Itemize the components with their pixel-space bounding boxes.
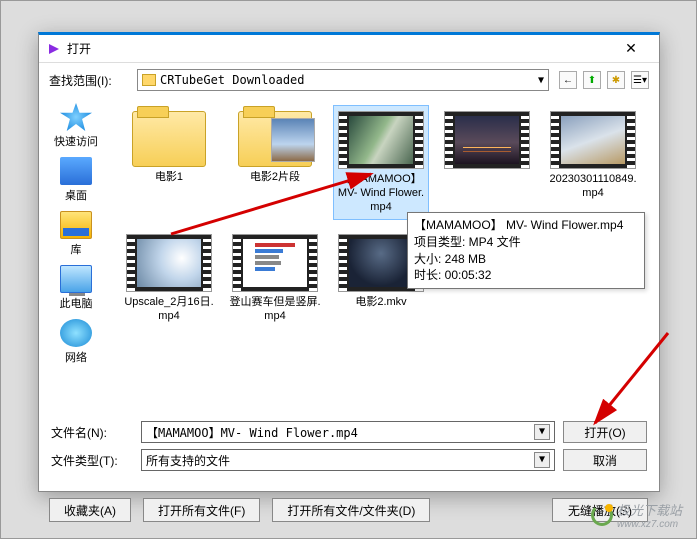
file-name: 20230301110849.mp4	[547, 173, 639, 201]
file-item-folder[interactable]: 电影1	[121, 105, 217, 220]
filename-value: 【MAMAMOO】MV- Wind Flower.mp4	[146, 424, 358, 441]
filetype-value: 所有支持的文件	[146, 452, 230, 469]
file-name: 电影1	[155, 171, 183, 185]
sidebar-item-label: 库	[71, 241, 82, 257]
chevron-down-icon: ▼	[534, 424, 550, 440]
sidebar-item-library[interactable]: 库	[60, 211, 92, 257]
open-all-files-button[interactable]: 打开所有文件(F)	[143, 498, 260, 522]
title-text: 打开	[67, 40, 611, 57]
filename-label: 文件名(N):	[51, 424, 133, 441]
titlebar: 打开 ✕	[39, 35, 659, 63]
filetype-combo[interactable]: 所有支持的文件 ▼	[141, 449, 555, 471]
close-button[interactable]: ✕	[611, 40, 651, 57]
new-folder-icon[interactable]: ✱	[607, 71, 625, 89]
file-item-video[interactable]: 20230301110849.mp4	[545, 105, 641, 220]
file-item-folder[interactable]: 电影2片段	[227, 105, 323, 220]
quickaccess-icon	[60, 103, 92, 131]
location-combo[interactable]: CRTubeGet Downloaded ▼	[137, 69, 549, 91]
desktop-icon	[60, 157, 92, 185]
chevron-down-icon: ▼	[538, 75, 544, 86]
app-icon	[47, 42, 61, 56]
sidebar-item-label: 此电脑	[60, 295, 93, 311]
file-tooltip: 【MAMAMOO】 MV- Wind Flower.mp4 项目类型: MP4 …	[407, 212, 645, 289]
look-in-label: 查找范围(I):	[49, 72, 131, 89]
file-item-video[interactable]: Upscale_2月16日.mp4	[121, 228, 217, 330]
folder-icon	[132, 111, 206, 167]
file-item-video[interactable]: 登山赛车但是竖屏.mp4	[227, 228, 323, 330]
toolbar: 查找范围(I): CRTubeGet Downloaded ▼ ← ⬆ ✱ ☰▾	[39, 63, 659, 97]
outer-frame: 打开 ✕ 查找范围(I): CRTubeGet Downloaded ▼ ← ⬆…	[0, 0, 697, 539]
sidebar-item-label: 快速访问	[54, 133, 98, 149]
toolbar-icons: ← ⬆ ✱ ☰▾	[559, 71, 649, 89]
chevron-down-icon: ▼	[534, 452, 550, 468]
sidebar-item-desktop[interactable]: 桌面	[60, 157, 92, 203]
file-name: 登山赛车但是竖屏.mp4	[229, 296, 321, 324]
open-button[interactable]: 打开(O)	[563, 421, 647, 443]
tooltip-duration-row: 时长: 00:05:32	[414, 267, 638, 284]
network-icon	[60, 319, 92, 347]
bottom-button-bar: 收藏夹(A) 打开所有文件(F) 打开所有文件/文件夹(D) 无缝播放(S)	[49, 498, 648, 522]
bottom-fields: 文件名(N): 【MAMAMOO】MV- Wind Flower.mp4 ▼ 打…	[39, 415, 659, 471]
video-thumbnail	[126, 234, 212, 292]
library-icon	[60, 211, 92, 239]
sidebar-item-network[interactable]: 网络	[60, 319, 92, 365]
video-thumbnail	[444, 111, 530, 169]
tooltip-size-row: 大小: 248 MB	[414, 251, 638, 268]
tooltip-filename: 【MAMAMOO】 MV- Wind Flower.mp4	[414, 217, 638, 234]
cancel-button[interactable]: 取消	[563, 449, 647, 471]
seamless-button[interactable]: 无缝播放(S)	[552, 498, 648, 522]
video-thumbnail	[232, 234, 318, 292]
views-icon[interactable]: ☰▾	[631, 71, 649, 89]
location-text: CRTubeGet Downloaded	[160, 73, 305, 87]
sidebar-item-label: 桌面	[65, 187, 87, 203]
tooltip-type-row: 项目类型: MP4 文件	[414, 234, 638, 251]
file-name: Upscale_2月16日.mp4	[123, 296, 215, 324]
folder-icon	[238, 111, 312, 167]
filename-combo[interactable]: 【MAMAMOO】MV- Wind Flower.mp4 ▼	[141, 421, 555, 443]
thispc-icon	[60, 265, 92, 293]
up-icon[interactable]: ⬆	[583, 71, 601, 89]
favorites-button[interactable]: 收藏夹(A)	[49, 498, 131, 522]
file-item-video[interactable]	[439, 105, 535, 220]
filetype-label: 文件类型(T):	[51, 452, 133, 469]
sidebar: 快速访问 桌面 库 此电脑 网络	[39, 97, 113, 415]
video-thumbnail	[338, 111, 424, 169]
file-item-video-selected[interactable]: 【MAMAMOO】 MV- Wind Flower.mp4	[333, 105, 429, 220]
open-all-folders-button[interactable]: 打开所有文件/文件夹(D)	[272, 498, 430, 522]
file-name: 电影2.mkv	[355, 296, 406, 310]
sidebar-item-label: 网络	[65, 349, 87, 365]
sidebar-item-thispc[interactable]: 此电脑	[60, 265, 93, 311]
file-name: 【MAMAMOO】 MV- Wind Flower.mp4	[335, 173, 427, 214]
video-thumbnail	[550, 111, 636, 169]
folder-icon	[142, 74, 156, 86]
file-name: 电影2片段	[250, 171, 300, 185]
sidebar-item-quickaccess[interactable]: 快速访问	[54, 103, 98, 149]
back-icon[interactable]: ←	[559, 71, 577, 89]
